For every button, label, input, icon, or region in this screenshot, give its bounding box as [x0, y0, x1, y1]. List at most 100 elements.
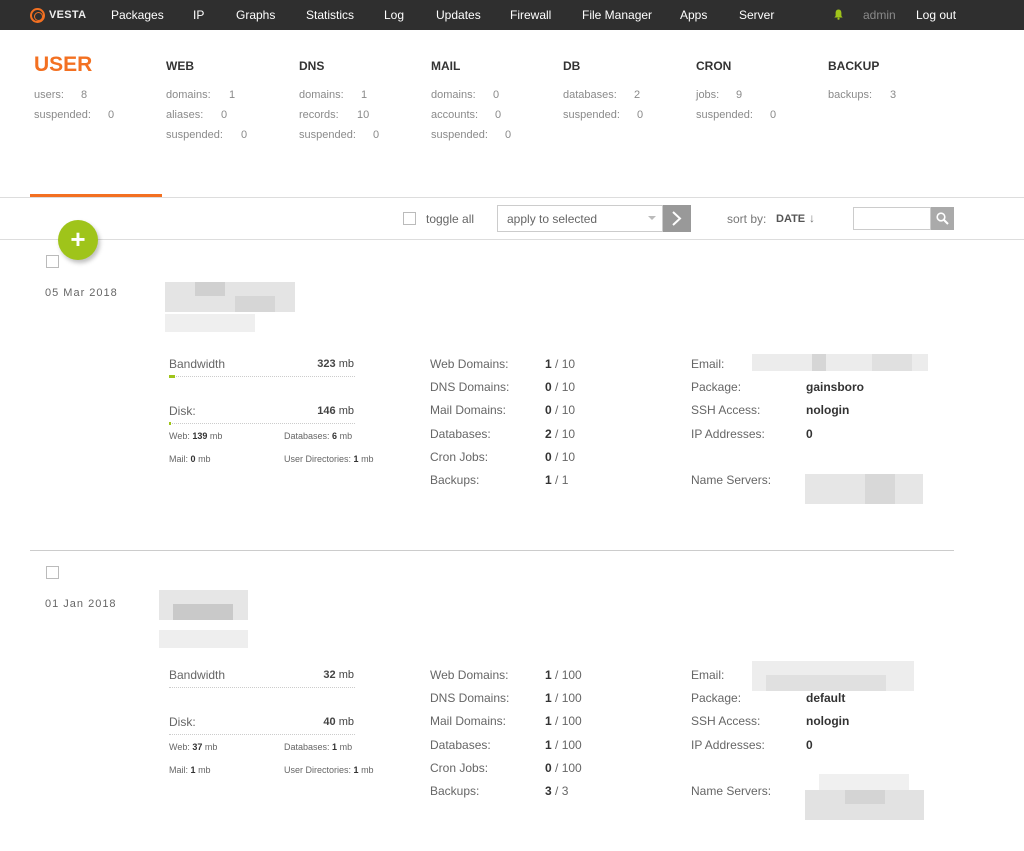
arrow-right-icon: [672, 211, 682, 226]
dns-tab[interactable]: DNS: [299, 59, 324, 73]
stat-db-databases: databases: 2: [563, 89, 641, 101]
apply-button[interactable]: [663, 205, 691, 232]
ssh-label: SSH Access:: [691, 714, 761, 728]
row-checkbox[interactable]: [46, 566, 59, 579]
plus-icon: +: [70, 224, 86, 254]
dns-domains-label: DNS Domains:: [430, 380, 510, 394]
bandwidth-value: 32 mb: [323, 669, 354, 681]
package-value: gainsboro: [806, 380, 865, 394]
row-date: 05 Mar 2018: [45, 287, 118, 299]
bulk-action-select[interactable]: apply to selected: [497, 205, 663, 232]
dns-domains-value: 1 / 100: [545, 691, 582, 705]
stat-mail-accounts: accounts: 0: [431, 109, 502, 121]
databases-value: 1 / 100: [545, 738, 582, 752]
email-label: Email:: [691, 668, 725, 682]
db-usage: Databases: 1 mb: [284, 742, 353, 752]
mail-tab[interactable]: MAIL: [431, 59, 460, 73]
disk-track: [169, 423, 355, 424]
sort-direction-icon[interactable]: ↓: [809, 211, 815, 225]
ip-label: IP Addresses:: [691, 738, 765, 752]
nav-firewall[interactable]: Firewall: [510, 8, 551, 22]
package-label: Package:: [691, 691, 742, 705]
ip-value: 0: [806, 427, 813, 441]
bandwidth-value: 323 mb: [317, 358, 354, 370]
logo-icon: [30, 7, 45, 23]
logout-link[interactable]: Log out: [916, 8, 956, 22]
web-usage: Web: 37 mb: [169, 742, 218, 752]
stat-dns-records: records: 10: [299, 109, 370, 121]
stat-mail-suspended: suspended: 0: [431, 129, 512, 141]
mail-usage: Mail: 1 mb: [169, 765, 211, 775]
nav-ip[interactable]: IP: [193, 8, 204, 22]
user-link[interactable]: admin: [863, 8, 896, 22]
bell-icon[interactable]: [834, 9, 843, 20]
databases-label: Databases:: [430, 738, 491, 752]
ip-value: 0: [806, 738, 813, 752]
stat-backups: backups: 3: [828, 89, 897, 101]
row-checkbox[interactable]: [46, 255, 59, 268]
web-usage: Web: 139 mb: [169, 431, 223, 441]
nav-updates[interactable]: Updates: [436, 8, 481, 22]
logo-text: VESTA: [49, 9, 87, 21]
search-icon: [936, 212, 949, 225]
bandwidth-track: [169, 376, 355, 377]
nav-graphs[interactable]: Graphs: [236, 8, 275, 22]
vesta-logo[interactable]: VESTA: [30, 7, 86, 23]
sort-by-date[interactable]: DATE: [776, 213, 805, 225]
toggle-all-checkbox[interactable]: [403, 212, 416, 225]
bandwidth-label: Bandwidth: [169, 668, 226, 682]
redacted-name-servers: [805, 774, 924, 820]
redacted-email: [752, 661, 914, 691]
stat-users: users: 8: [34, 89, 88, 101]
nav-statistics[interactable]: Statistics: [306, 8, 354, 22]
web-domains-value: 1 / 100: [545, 668, 582, 682]
nav-log[interactable]: Log: [384, 8, 404, 22]
cron-jobs-label: Cron Jobs:: [430, 450, 489, 464]
backups-label: Backups:: [430, 473, 480, 487]
toggle-all-label[interactable]: toggle all: [426, 212, 474, 226]
disk-progress: [169, 422, 171, 425]
name-servers-label: Name Servers:: [691, 784, 772, 798]
dirs-usage: User Directories: 1 mb: [284, 454, 374, 464]
web-tab[interactable]: WEB: [166, 59, 194, 73]
cron-jobs-value: 0 / 100: [545, 761, 582, 775]
mail-domains-label: Mail Domains:: [430, 403, 507, 417]
db-tab[interactable]: DB: [563, 59, 580, 73]
mail-domains-value: 1 / 100: [545, 714, 582, 728]
stat-web-aliases: aliases: 0: [166, 109, 228, 121]
mail-domains-label: Mail Domains:: [430, 714, 507, 728]
disk-label: Disk:: [169, 715, 196, 729]
redacted-username: [159, 590, 248, 648]
disk-value: 146 mb: [317, 405, 354, 417]
ssh-value: nologin: [806, 714, 850, 728]
nav-file-manager[interactable]: File Manager: [582, 8, 652, 22]
nav-apps[interactable]: Apps: [680, 8, 707, 22]
stat-cron-suspended: suspended: 0: [696, 109, 777, 121]
row-date: 01 Jan 2018: [45, 598, 117, 610]
cron-tab[interactable]: CRON: [696, 59, 731, 73]
disk-label: Disk:: [169, 404, 196, 418]
backup-tab[interactable]: BACKUP: [828, 59, 879, 73]
disk-value: 40 mb: [323, 716, 354, 728]
dirs-usage: User Directories: 1 mb: [284, 765, 374, 775]
web-domains-value: 1 / 10: [545, 357, 576, 371]
email-label: Email:: [691, 357, 725, 371]
search-button[interactable]: [931, 207, 954, 230]
stat-web-domains: domains: 1: [166, 89, 236, 101]
chevron-down-icon: [648, 216, 656, 220]
package-value: default: [806, 691, 846, 705]
search-input[interactable]: [853, 207, 931, 230]
stat-suspended: suspended: 0: [34, 109, 115, 121]
add-user-button[interactable]: +: [58, 220, 98, 260]
nav-server[interactable]: Server: [739, 8, 774, 22]
web-domains-label: Web Domains:: [430, 357, 509, 371]
backups-value: 1 / 1: [545, 473, 569, 487]
stat-mail-domains: domains: 0: [431, 89, 500, 101]
row-divider: [30, 550, 954, 551]
stat-db-suspended: suspended: 0: [563, 109, 644, 121]
web-domains-label: Web Domains:: [430, 668, 509, 682]
user-tab[interactable]: USER: [34, 53, 92, 77]
nav-packages[interactable]: Packages: [111, 8, 164, 22]
bandwidth-track: [169, 687, 355, 688]
sort-label: sort by:: [727, 212, 767, 226]
